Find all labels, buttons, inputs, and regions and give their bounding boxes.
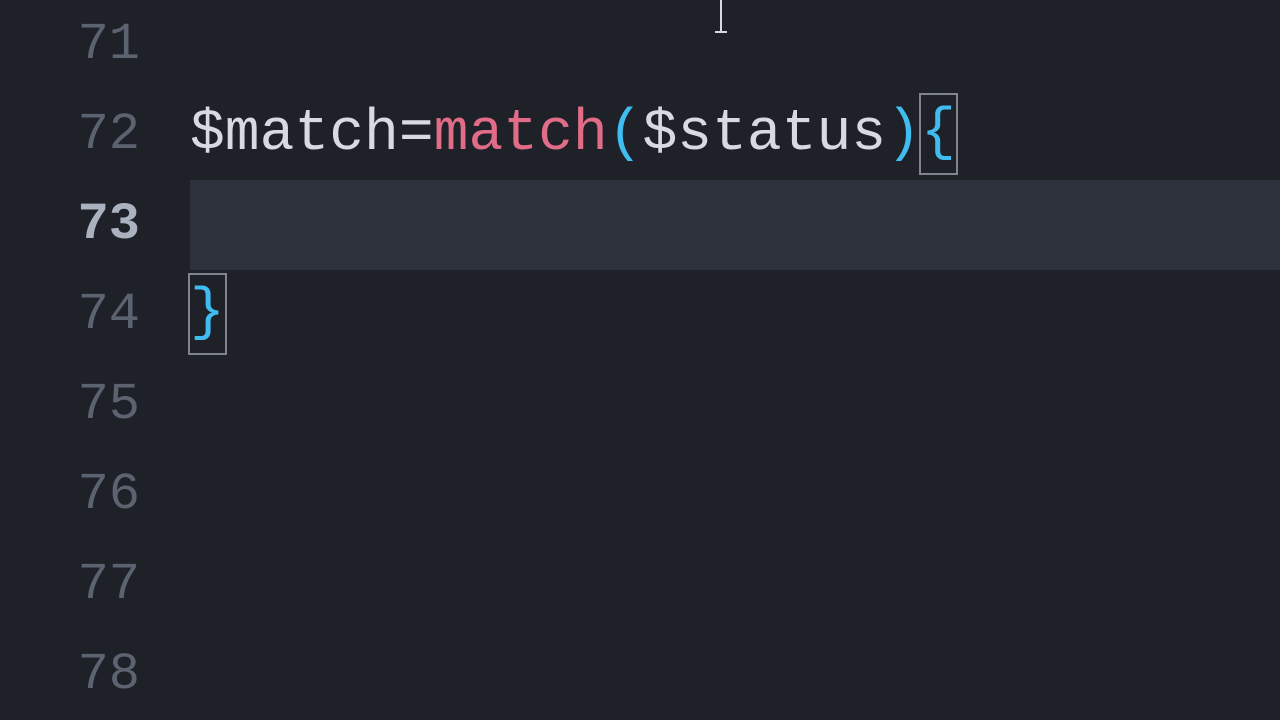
- token-brace: }: [190, 281, 225, 346]
- line-number: 72: [0, 90, 140, 180]
- code-line-current[interactable]: [190, 180, 1280, 270]
- token-paren: (: [608, 102, 643, 167]
- code-line[interactable]: [190, 0, 1280, 90]
- line-number: 76: [0, 450, 140, 540]
- token-function: match: [434, 102, 608, 167]
- code-line[interactable]: [190, 630, 1280, 720]
- code-line[interactable]: }: [190, 270, 1280, 360]
- token-variable: $match: [190, 102, 399, 167]
- code-line[interactable]: $match=match($status){: [190, 90, 1280, 180]
- line-number-gutter: 71 72 73 74 75 76 77 78: [0, 0, 190, 720]
- code-line[interactable]: [190, 450, 1280, 540]
- code-content[interactable]: $match=match($status){ }: [190, 0, 1280, 720]
- code-line[interactable]: [190, 360, 1280, 450]
- line-number: 78: [0, 630, 140, 720]
- token-paren: ): [886, 102, 921, 167]
- line-number: 75: [0, 360, 140, 450]
- code-line[interactable]: [190, 540, 1280, 630]
- line-number: 77: [0, 540, 140, 630]
- matched-bracket-open: {: [919, 93, 958, 175]
- line-number: 74: [0, 270, 140, 360]
- token-variable: $status: [643, 102, 887, 167]
- token-operator: =: [399, 102, 434, 167]
- matched-bracket-close: }: [188, 273, 227, 355]
- code-editor[interactable]: 71 72 73 74 75 76 77 78 $match=match($st…: [0, 0, 1280, 720]
- token-brace: {: [921, 101, 956, 166]
- line-number-current: 73: [0, 180, 140, 270]
- line-number: 71: [0, 0, 140, 90]
